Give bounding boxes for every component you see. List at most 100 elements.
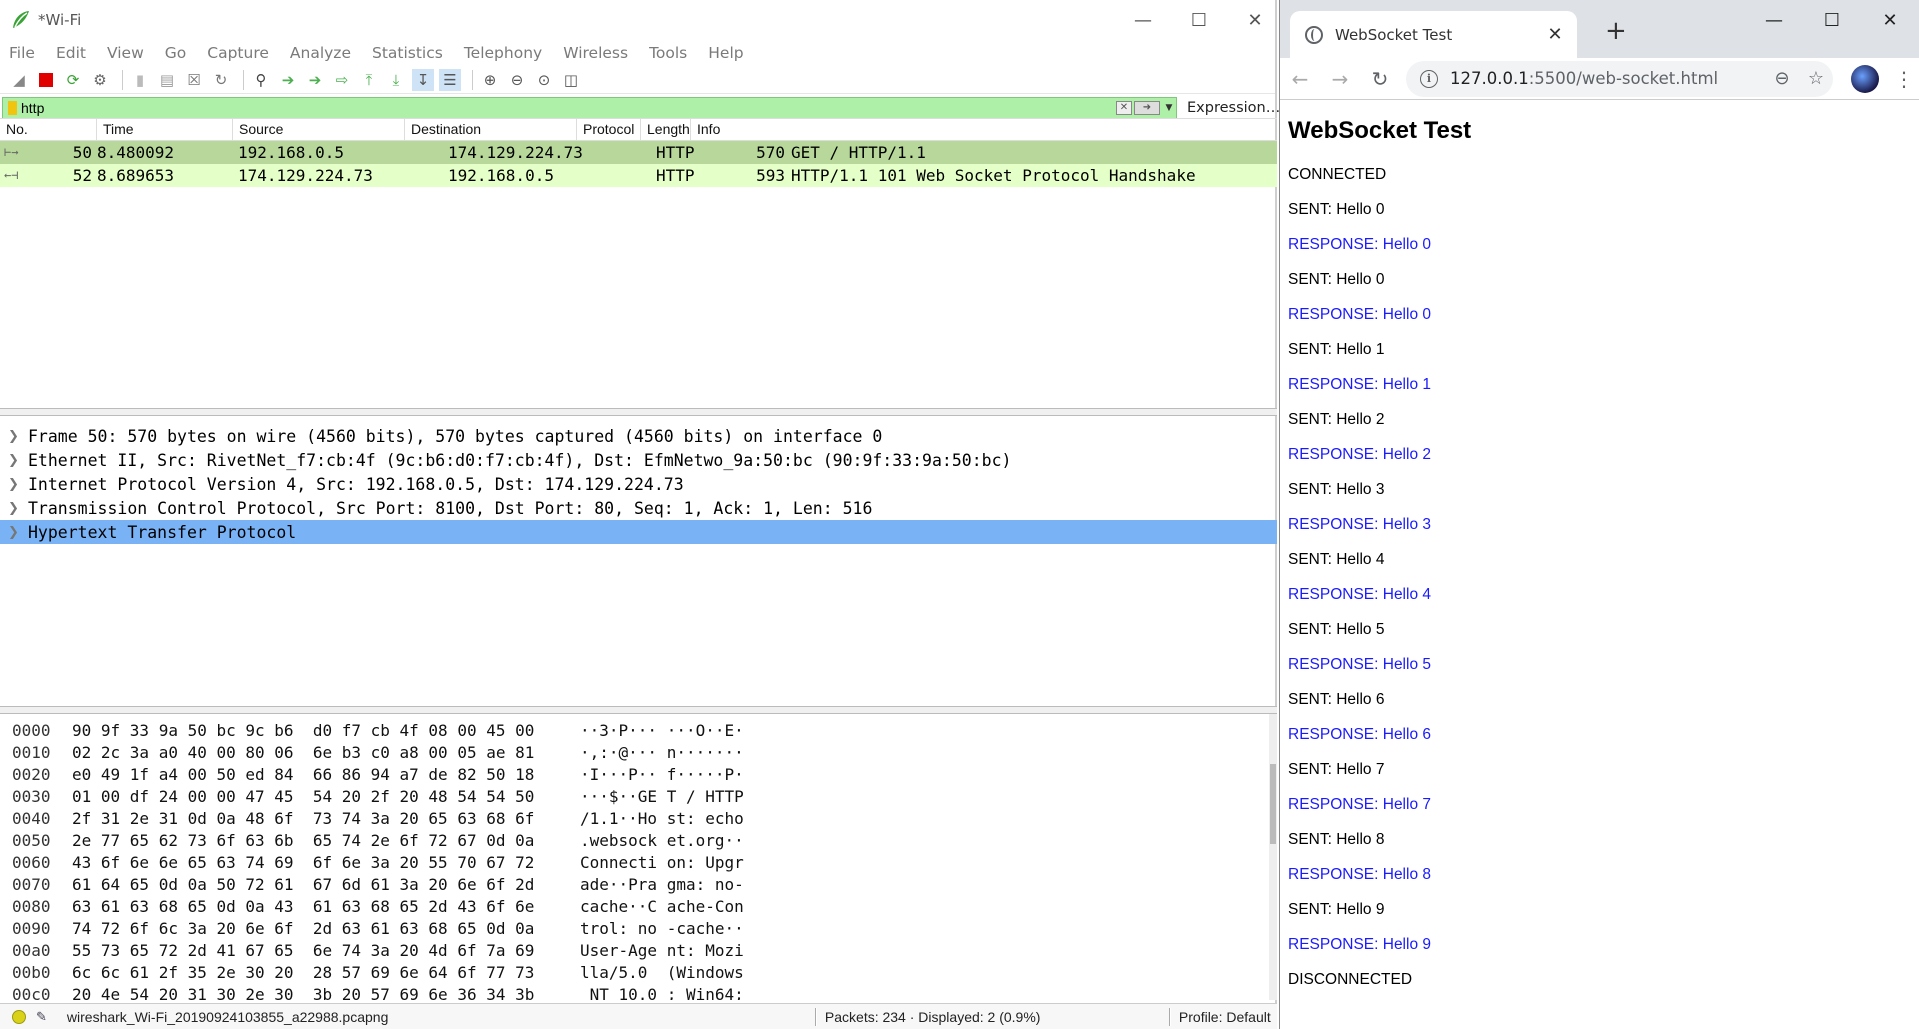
expand-chevron-icon[interactable]: ❯	[8, 525, 28, 540]
bookmark-icon[interactable]	[8, 101, 17, 115]
stop-capture-icon[interactable]	[35, 69, 57, 91]
detail-row-frame[interactable]: ❯ Frame 50: 570 bytes on wire (4560 bits)…	[0, 424, 1277, 448]
colorize-icon[interactable]: ☰	[439, 68, 461, 91]
pane-splitter[interactable]	[0, 408, 1277, 416]
menu-statistics[interactable]: Statistics	[372, 44, 443, 62]
capture-comment-icon[interactable]: ✎	[36, 1009, 47, 1025]
menu-capture[interactable]: Capture	[207, 44, 269, 62]
forward-icon[interactable]: →	[1320, 60, 1360, 98]
scrollbar-thumb[interactable]	[1270, 764, 1276, 844]
column-header-info[interactable]: Info	[691, 119, 1277, 140]
clear-filter-icon[interactable]: ✕	[1116, 101, 1132, 115]
close-button[interactable]: ✕	[1861, 0, 1919, 40]
autoscroll-icon[interactable]: ↧	[412, 68, 434, 91]
profile-label[interactable]: Profile: Default	[1179, 1009, 1271, 1025]
reload-file-icon[interactable]: ↻	[210, 69, 232, 91]
expression-button[interactable]: Expression…	[1177, 100, 1280, 116]
bytes-row[interactable]: 0030 01 00 df 24 00 00 47 45 54 20 2f 20 …	[0, 785, 1277, 807]
bytes-row[interactable]: 0080 63 61 63 68 65 0d 0a 43 61 63 68 65 …	[0, 895, 1277, 917]
expand-chevron-icon[interactable]: ❯	[8, 477, 28, 492]
find-packet-icon[interactable]: ⚲	[250, 69, 272, 91]
sent-message: SENT: Hello 4	[1288, 551, 1385, 568]
pane-splitter[interactable]	[0, 706, 1277, 714]
save-file-icon[interactable]: ▤	[156, 69, 178, 91]
capture-options-icon[interactable]: ⚙	[89, 69, 111, 91]
profile-avatar[interactable]	[1851, 64, 1879, 93]
column-header-destination[interactable]: Destination	[405, 119, 577, 140]
column-header-source[interactable]: Source	[233, 119, 405, 140]
menu-go[interactable]: Go	[165, 44, 187, 62]
last-packet-icon[interactable]: ⤓	[385, 69, 407, 91]
menu-analyze[interactable]: Analyze	[290, 44, 351, 62]
maximize-button[interactable]: ☐	[1171, 0, 1227, 40]
menu-edit[interactable]: Edit	[56, 44, 86, 62]
detail-row-http[interactable]: ❯ Hypertext Transfer Protocol	[0, 520, 1277, 544]
menu-tools[interactable]: Tools	[649, 44, 687, 62]
sent-message: SENT: Hello 0	[1288, 201, 1385, 218]
expand-chevron-icon[interactable]: ❯	[8, 429, 28, 444]
maximize-button[interactable]: ☐	[1803, 0, 1861, 40]
expand-chevron-icon[interactable]: ❯	[8, 501, 28, 516]
detail-row-ip[interactable]: ❯ Internet Protocol Version 4, Src: 192.1…	[0, 472, 1277, 496]
site-info-icon[interactable]: i	[1420, 69, 1438, 88]
bytes-row[interactable]: 0020 e0 49 1f a4 00 50 ed 84 66 86 94 a7 …	[0, 763, 1277, 785]
restart-capture-icon[interactable]: ⟳	[62, 69, 84, 91]
bytes-row[interactable]: 0040 2f 31 2e 31 0d 0a 48 6f 73 74 3a 20 …	[0, 807, 1277, 829]
menu-telephony[interactable]: Telephony	[464, 44, 542, 62]
detail-row-ethernet[interactable]: ❯ Ethernet II, Src: RivetNet_f7:cb:4f (9c…	[0, 448, 1277, 472]
first-packet-icon[interactable]: ⤒	[358, 69, 380, 91]
filter-history-dropdown-icon[interactable]: ▼	[1162, 103, 1176, 113]
display-filter-input[interactable]	[21, 100, 1116, 116]
expert-info-icon[interactable]	[12, 1009, 26, 1024]
go-to-packet-icon[interactable]: ⇨	[331, 69, 353, 91]
bytes-row[interactable]: 0050 2e 77 65 62 73 6f 63 6b 65 74 2e 6f …	[0, 829, 1277, 851]
column-header-protocol[interactable]: Protocol	[577, 119, 641, 140]
bytes-row[interactable]: 00a0 55 73 65 72 2d 41 67 65 6e 74 3a 20 …	[0, 939, 1277, 961]
menu-wireless[interactable]: Wireless	[563, 44, 628, 62]
new-tab-button[interactable]: +	[1605, 16, 1627, 46]
display-filter-field[interactable]: ✕ ➜ ▼	[2, 97, 1177, 119]
close-button[interactable]: ✕	[1227, 0, 1283, 40]
column-header-time[interactable]: Time	[97, 119, 233, 140]
back-icon[interactable]: ←	[1280, 60, 1320, 98]
expand-chevron-icon[interactable]: ❯	[8, 453, 28, 468]
more-menu-icon[interactable]: ⋮	[1889, 67, 1919, 91]
bytes-row[interactable]: 00c0 20 4e 54 20 31 30 2e 30 3b 20 57 69 …	[0, 983, 1277, 1001]
minimize-button[interactable]: —	[1745, 0, 1803, 40]
detail-row-tcp[interactable]: ❯ Transmission Control Protocol, Src Port…	[0, 496, 1277, 520]
apply-filter-icon[interactable]: ➜	[1134, 101, 1160, 115]
packet-row[interactable]: ⊢→ 50 8.480092 192.168.0.5 174.129.224.7…	[0, 141, 1277, 164]
open-file-icon[interactable]: ▮	[129, 69, 151, 91]
packet-count: Packets: 234 · Displayed: 2 (0.9%)	[824, 1008, 1041, 1025]
close-file-icon[interactable]: ☒	[183, 69, 205, 91]
tab-websocket-test[interactable]: WebSocket Test ✕	[1290, 11, 1577, 58]
go-forward-icon[interactable]: ➔	[304, 69, 326, 91]
resize-columns-icon[interactable]: ◫	[560, 69, 582, 91]
bytes-row[interactable]: 0000 90 9f 33 9a 50 bc 9c b6 d0 f7 cb 4f …	[0, 719, 1277, 741]
address-bar[interactable]: i 127.0.0.1:5500/web-socket.html ⊖ ☆	[1406, 60, 1833, 97]
zoom-icon[interactable]: ⊖	[1765, 68, 1799, 89]
bytes-row[interactable]: 0090 74 72 6f 6c 3a 20 6e 6f 2d 63 61 63 …	[0, 917, 1277, 939]
zoom-in-icon[interactable]: ⊕	[479, 69, 501, 91]
minimize-button[interactable]: —	[1115, 0, 1171, 40]
zoom-out-icon[interactable]: ⊖	[506, 69, 528, 91]
bytes-scrollbar[interactable]	[1269, 714, 1277, 1000]
reload-icon[interactable]: ↻	[1360, 60, 1400, 98]
bytes-row[interactable]: 0060 43 6f 6e 6e 65 63 74 69 6f 6e 3a 20 …	[0, 851, 1277, 873]
start-capture-icon[interactable]: ◢	[8, 69, 30, 91]
url-text[interactable]: 127.0.0.1:5500/web-socket.html	[1450, 69, 1765, 88]
column-header-length[interactable]: Length	[641, 119, 691, 140]
menu-file[interactable]: File	[9, 44, 35, 62]
go-back-icon[interactable]: ➔	[277, 69, 299, 91]
column-header-no[interactable]: No.	[0, 119, 97, 140]
bytes-row[interactable]: 0010 02 2c 3a a0 40 00 80 06 6e b3 c0 a8 …	[0, 741, 1277, 763]
bytes-row[interactable]: 00b0 6c 6c 61 2f 35 2e 30 20 28 57 69 6e …	[0, 961, 1277, 983]
bytes-row[interactable]: 0070 61 64 65 0d 0a 50 72 61 67 6d 61 3a …	[0, 873, 1277, 895]
menu-view[interactable]: View	[107, 44, 144, 62]
menu-help[interactable]: Help	[708, 44, 743, 62]
bookmark-star-icon[interactable]: ☆	[1799, 68, 1833, 89]
packet-list-header: No. Time Source Destination Protocol Len…	[0, 119, 1277, 141]
close-tab-icon[interactable]: ✕	[1543, 24, 1567, 45]
zoom-normal-icon[interactable]: ⊙	[533, 69, 555, 91]
packet-row[interactable]: ←⊣ 52 8.689653 174.129.224.73 192.168.0.…	[0, 164, 1277, 187]
